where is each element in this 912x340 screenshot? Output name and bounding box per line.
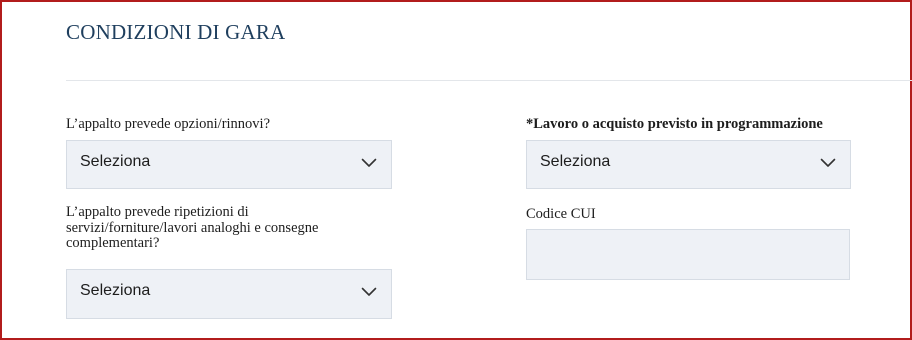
- programmazione-select[interactable]: Seleziona: [526, 140, 851, 189]
- programmazione-value: Seleziona: [540, 153, 611, 170]
- opzioni-rinnovi-value: Seleziona: [80, 153, 151, 170]
- chevron-down-icon: [361, 158, 377, 167]
- chevron-down-icon: [361, 287, 377, 296]
- section-divider: [66, 80, 912, 81]
- ripetizioni-label-line: servizi/forniture/lavori analoghi e cons…: [66, 219, 319, 236]
- ripetizioni-label-line: L’appalto prevede ripetizioni di: [66, 204, 249, 220]
- ripetizioni-select[interactable]: Seleziona: [66, 269, 392, 319]
- chevron-down-icon: [820, 158, 836, 167]
- ripetizioni-label-line: complementari?: [66, 235, 160, 251]
- codice-cui-label: Codice CUI: [526, 206, 596, 222]
- ripetizioni-label: L’appalto prevede ripetizioni di servizi…: [66, 204, 406, 252]
- programmazione-label: *Lavoro o acquisto previsto in programma…: [526, 116, 823, 132]
- ripetizioni-value: Seleziona: [80, 282, 151, 299]
- section-title: CONDIZIONI DI GARA: [66, 20, 286, 44]
- opzioni-rinnovi-select[interactable]: Seleziona: [66, 140, 392, 189]
- form-panel: CONDIZIONI DI GARA L’appalto prevede opz…: [0, 0, 912, 340]
- codice-cui-input[interactable]: [526, 229, 850, 280]
- opzioni-rinnovi-label: L’appalto prevede opzioni/rinnovi?: [66, 116, 271, 132]
